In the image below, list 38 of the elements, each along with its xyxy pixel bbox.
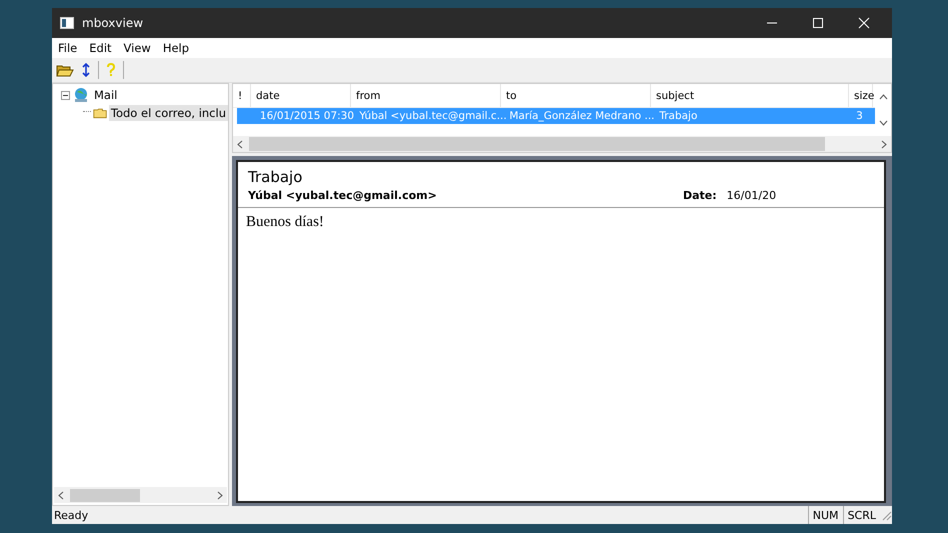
resize-grip-icon[interactable] [880,509,892,521]
scroll-down-icon[interactable] [878,120,888,126]
date-value: 16/01/20 [726,189,776,202]
window-title: mboxview [82,16,144,30]
scroll-right-icon[interactable] [881,140,887,148]
scroll-right-icon[interactable] [217,490,223,500]
globe-computer-icon [72,87,90,103]
menu-item[interactable]: Help [162,41,190,55]
tree-item[interactable]: Mail [92,87,120,103]
status-indicator: NUM [808,506,843,524]
horizontal-scrollbar[interactable] [54,487,227,503]
menu-item[interactable]: File [58,41,78,55]
message-text: Buenos días! [246,214,325,231]
scroll-left-icon[interactable] [237,140,243,148]
column-header[interactable]: ! [233,84,251,107]
app-icon [60,17,74,29]
column-header[interactable]: to [501,84,651,107]
column-header[interactable]: date [251,84,351,107]
maximize-icon[interactable] [812,17,824,29]
folder-icon [92,106,107,120]
horizontal-scrollbar[interactable] [233,136,891,152]
column-header[interactable]: from [351,84,501,107]
tree-item[interactable]: Todo el correo, inclu [108,105,228,121]
column-header[interactable]: subject [651,84,849,107]
sender: Yúbal <yubal.tec@gmail.com> [248,189,438,202]
close-icon[interactable] [858,17,870,29]
menu-item[interactable]: View [124,41,151,55]
menu-item[interactable]: Edit [89,41,112,55]
scroll-left-icon[interactable] [58,490,64,500]
scroll-up-icon[interactable] [878,94,888,100]
message-subject: Trabajo [248,168,304,186]
refresh-icon[interactable] [81,63,91,77]
status-text: Ready [53,508,88,522]
date-label: Date: [683,189,717,202]
collapse-icon[interactable] [61,90,70,100]
folder-icon[interactable] [56,63,74,77]
column-header[interactable]: size [849,84,873,107]
status-indicator: SCRL [842,506,880,524]
